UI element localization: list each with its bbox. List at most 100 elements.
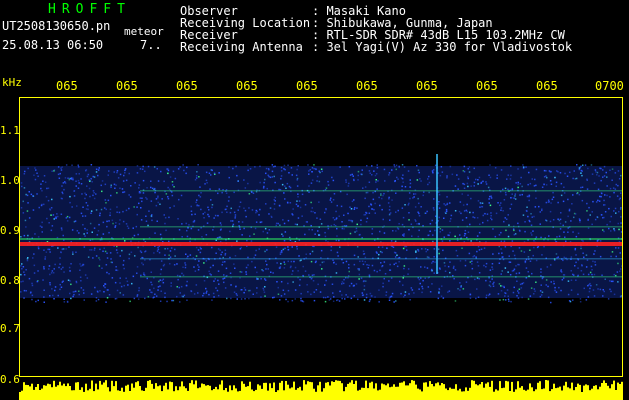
noise-speck [190,210,193,212]
noise-speck [467,176,469,178]
noise-speck [20,265,22,267]
noise-speck [376,164,378,166]
noise-speck [618,210,620,213]
noise-speck [438,288,441,291]
amplitude-bar [453,388,455,400]
amplitude-bar [347,383,349,400]
noise-speck [438,201,440,203]
noise-speck [59,283,61,286]
amplitude-bar [253,391,255,400]
noise-speck [473,181,476,184]
info-value: : 3el Yagi(V) Az 330 for Vladivostok [312,40,573,54]
noise-speck [485,183,488,185]
amplitude-bar [43,385,45,400]
noise-speck [53,169,56,171]
noise-speck [70,283,72,286]
amplitude-bar [213,389,215,400]
noise-speck [185,172,187,175]
amplitude-bar [59,381,61,400]
noise-speck [567,198,569,201]
amplitude-bar [237,391,239,400]
noise-speck [353,208,356,210]
noise-speck [31,294,34,297]
noise-speck [448,234,450,237]
noise-speck [332,292,334,294]
noise-speck [292,208,294,210]
noise-speck [457,188,459,190]
noise-speck [559,228,562,230]
noise-speck [287,289,290,292]
noise-speck [388,297,391,299]
noise-speck [545,279,548,281]
noise-speck [426,249,429,251]
noise-speck [536,246,539,249]
noise-speck [150,200,153,202]
noise-speck [525,267,528,269]
noise-speck [432,171,434,174]
noise-speck [545,175,547,177]
noise-speck [63,301,66,303]
noise-speck [184,266,187,269]
noise-speck [442,249,444,252]
noise-speck [601,274,603,276]
noise-speck [122,264,125,266]
noise-speck [176,295,178,298]
noise-speck [420,180,422,182]
noise-speck [595,201,598,203]
noise-speck [614,207,617,210]
amplitude-bar [597,389,599,400]
noise-speck [104,199,107,201]
noise-speck [324,231,326,234]
amplitude-bar [593,385,595,400]
noise-speck [153,287,155,290]
noise-speck [195,175,198,177]
noise-speck [317,230,319,232]
noise-speck [587,219,589,221]
noise-speck [357,256,359,258]
noise-speck [53,268,55,270]
noise-speck [91,231,93,233]
noise-speck [377,246,380,248]
noise-speck [287,249,289,251]
noise-speck [72,253,74,255]
noise-speck [177,218,179,220]
noise-speck [541,254,543,256]
noise-speck [598,175,600,177]
noise-speck [461,247,463,249]
amplitude-bar [63,383,65,400]
amplitude-bar [519,387,521,400]
noise-speck [223,277,226,279]
noise-speck [197,249,200,251]
noise-speck [20,291,22,293]
noise-speck [87,204,89,207]
noise-speck [403,296,405,298]
amplitude-bar [55,386,57,400]
noise-speck [268,213,270,215]
noise-speck [371,165,373,167]
noise-speck [180,285,183,288]
noise-speck [230,284,232,286]
noise-speck [141,168,144,170]
noise-speck [121,249,123,252]
noise-speck [207,206,209,209]
noise-speck [503,220,505,223]
noise-speck [417,250,420,252]
noise-speck [403,166,406,168]
noise-speck [196,199,198,201]
noise-speck [459,234,461,236]
noise-speck [217,192,219,195]
noise-speck [248,289,250,292]
noise-speck [467,185,469,188]
noise-speck [457,288,459,290]
noise-speck [418,278,421,281]
noise-speck [78,293,80,296]
noise-speck [104,250,107,253]
noise-speck [318,234,320,236]
amplitude-bar [319,381,321,400]
noise-speck [403,265,406,267]
noise-speck [519,183,522,185]
noise-speck [128,207,130,210]
noise-speck [224,252,227,255]
amplitude-bar [287,384,289,400]
noise-speck [85,202,88,204]
